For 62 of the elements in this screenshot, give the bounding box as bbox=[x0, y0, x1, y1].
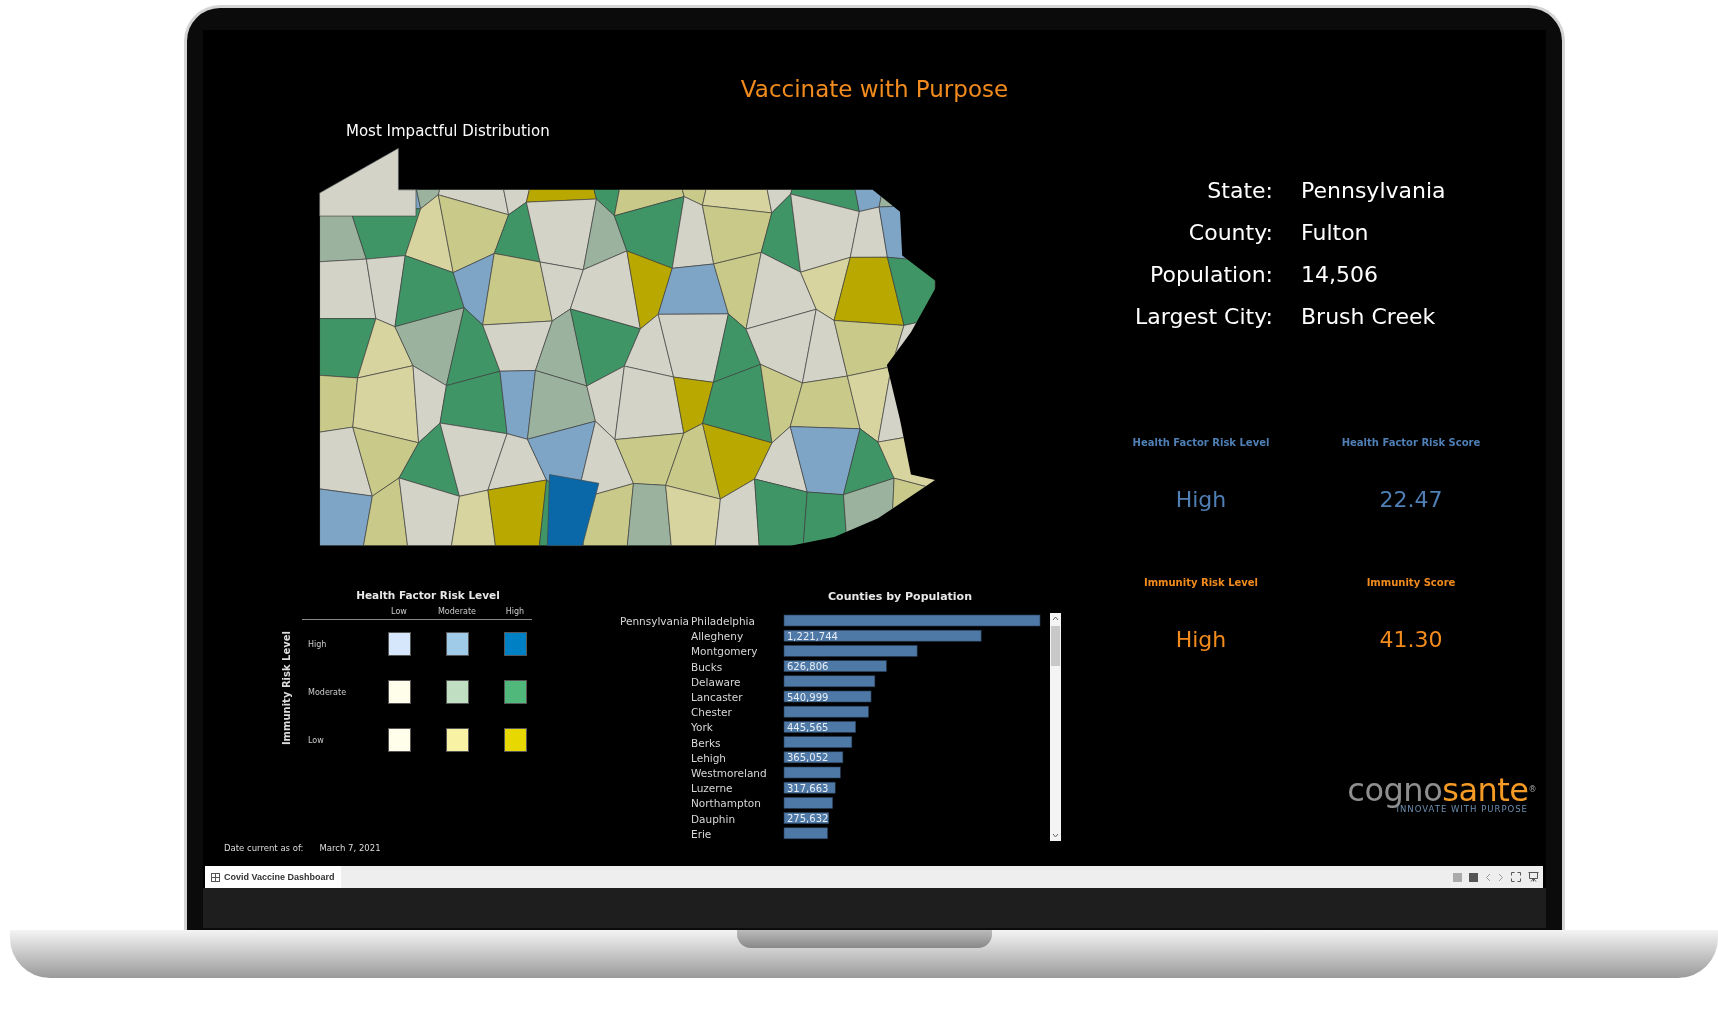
bar-value-label: 1,221,744 bbox=[787, 630, 838, 642]
county-label: Lehigh bbox=[691, 751, 727, 764]
bar-value-label: 626,806 bbox=[787, 661, 829, 673]
previous-icon[interactable] bbox=[1485, 872, 1491, 882]
grid-icon bbox=[211, 872, 220, 882]
detail-value: 14,506 bbox=[1301, 261, 1379, 289]
scrollbar[interactable] bbox=[1050, 613, 1061, 841]
fullscreen-icon[interactable] bbox=[1511, 872, 1521, 882]
grid-view-icon[interactable] bbox=[1453, 872, 1462, 882]
risk-label: Immunity Risk Level bbox=[1143, 576, 1259, 590]
county-label: Montgomery bbox=[691, 645, 758, 658]
county-label: Erie bbox=[691, 827, 712, 840]
logo-wordmark: cognosante$^{®}$ bbox=[1347, 774, 1536, 806]
county-label: Delaware bbox=[691, 675, 741, 688]
chart-title: Counties by Population bbox=[828, 590, 972, 603]
county-label: Westmoreland bbox=[691, 767, 767, 779]
county-label: Dauphin bbox=[691, 812, 736, 825]
county-label: Berks bbox=[691, 736, 721, 749]
risk-label: Immunity Score bbox=[1366, 576, 1456, 590]
legend-row-label: High bbox=[307, 639, 328, 649]
detail-label: Population: bbox=[1149, 261, 1273, 289]
date-label: Date current as of: bbox=[224, 843, 304, 853]
detail-label: Largest City: bbox=[1134, 303, 1273, 331]
bar-value-label: 317,663 bbox=[787, 782, 829, 794]
legend-row-label: Low bbox=[307, 735, 325, 745]
legend-column-label: High bbox=[505, 607, 525, 616]
risk-label: Health Factor Risk Score bbox=[1341, 436, 1481, 450]
detail-label: State: bbox=[1206, 177, 1273, 205]
map-title: Most Impactful Distribution bbox=[346, 121, 550, 142]
county-label: Allegheny bbox=[691, 630, 744, 643]
bar-value-label: 540,999 bbox=[787, 691, 829, 703]
legend-column-label: Low bbox=[391, 607, 407, 616]
detail-value: Brush Creek bbox=[1301, 303, 1437, 331]
detail-value: Pennsylvania bbox=[1301, 177, 1446, 205]
presentation-icon[interactable] bbox=[1528, 872, 1539, 882]
detail-value: Fulton bbox=[1301, 219, 1370, 247]
sheet-tab[interactable]: Covid Vaccine Dashboard bbox=[205, 866, 341, 888]
legend-row-label: Moderate bbox=[307, 687, 348, 697]
risk-label: Health Factor Risk Level bbox=[1132, 436, 1270, 450]
single-view-icon[interactable] bbox=[1469, 872, 1478, 882]
bar-value-label: 445,565 bbox=[787, 721, 829, 733]
legend-axis-label: Immunity Risk Level bbox=[280, 631, 293, 746]
bar-value-label: 365,052 bbox=[787, 752, 829, 764]
detail-label: County: bbox=[1187, 219, 1273, 247]
risk-value: 41.30 bbox=[1379, 626, 1443, 654]
county-label: Philadelphia bbox=[691, 615, 755, 627]
date-value: March 7, 2021 bbox=[319, 843, 381, 853]
county-label: Luzerne bbox=[691, 782, 733, 795]
risk-value: High bbox=[1175, 486, 1227, 514]
legend-column-label: Moderate bbox=[437, 607, 476, 616]
county-label: York bbox=[691, 721, 713, 734]
county-label: Lancaster bbox=[691, 691, 743, 703]
risk-value: 22.47 bbox=[1379, 486, 1443, 514]
next-icon[interactable] bbox=[1498, 872, 1504, 882]
state-group-label: Pennsylvania bbox=[620, 615, 689, 627]
dashboard-title: Vaccinate with Purpose bbox=[739, 75, 1010, 104]
county-label: Bucks bbox=[691, 660, 723, 673]
risk-value: High bbox=[1175, 626, 1227, 654]
legend-title: Health Factor Risk Level bbox=[356, 589, 500, 601]
county-label: Chester bbox=[691, 706, 732, 719]
county-label: Northampton bbox=[691, 797, 761, 810]
bar-value-label: 275,632 bbox=[787, 813, 829, 825]
